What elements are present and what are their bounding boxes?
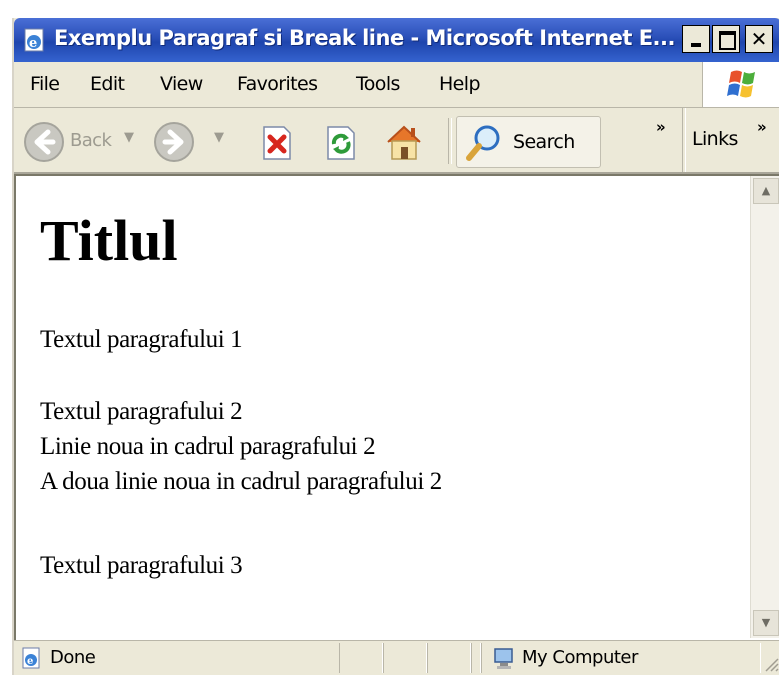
menu-file[interactable]: File [30,73,60,95]
page-done-icon: e [22,647,40,669]
search-icon [466,125,500,161]
windows-logo [702,62,779,107]
status-pane [383,643,427,673]
windows-flag-icon [727,70,755,98]
vertical-scrollbar[interactable]: ▲ ▼ [750,176,779,638]
paragraph-2-line-1: Textul paragrafului 2 [40,398,243,425]
window-title: Exemplu Paragraf si Break line - Microso… [54,26,676,50]
forward-arrow-icon[interactable] [152,120,196,164]
menu-view[interactable]: View [160,73,203,95]
browser-window: e Exemplu Paragraf si Break line - Micro… [12,18,779,675]
links-separator [682,108,686,172]
status-pane [471,643,481,673]
search-label: Search [513,131,575,153]
menu-tools[interactable]: Tools [356,73,400,95]
ie-page-icon: e [24,28,44,52]
forward-dropdown-icon[interactable]: ▼ [214,130,224,145]
paragraph-2-line-2: Linie noua in cadrul paragrafului 2 [40,433,376,460]
maximize-button[interactable] [712,25,740,53]
status-text: Done [50,647,96,668]
scroll-down-arrow-icon[interactable]: ▼ [753,610,779,636]
toolbar: Back ▼ ▼ Search » Links » [14,108,779,174]
scroll-up-arrow-icon[interactable]: ▲ [753,178,779,204]
back-dropdown-icon[interactable]: ▼ [124,130,134,145]
status-pane [427,643,471,673]
toolbar-overflow-chevron-icon[interactable]: » [656,118,666,136]
menu-favorites[interactable]: Favorites [237,73,318,95]
menu-edit[interactable]: Edit [90,73,125,95]
menu-help[interactable]: Help [439,73,481,95]
paragraph-2-line-3: A doua linie noua in cadrul paragrafului… [40,468,442,495]
toolbar-separator [448,118,452,164]
back-arrow-icon[interactable] [22,120,66,164]
svg-text:e: e [27,656,33,667]
status-pane [339,643,383,673]
paragraph-2: Textul paragrafului 2 Linie noua in cadru… [40,394,442,499]
page-content: Titlul Textul paragrafului 1 Textul para… [14,174,779,640]
refresh-icon[interactable] [324,126,358,160]
search-button[interactable]: Search [456,116,601,168]
close-button[interactable] [745,25,773,53]
links-overflow-chevron-icon[interactable]: » [757,118,767,136]
minimize-button[interactable] [682,25,710,53]
paragraph-1: Textul paragrafului 1 [40,326,243,353]
menu-bar: File Edit View Favorites Tools Help [14,62,779,108]
back-label[interactable]: Back [70,130,112,151]
status-bar: e Done My Computer [14,640,779,675]
page-title: Titlul [40,208,178,273]
resize-grip-icon[interactable] [762,655,779,673]
security-zone-label: My Computer [522,647,638,668]
stop-icon[interactable] [260,126,294,160]
links-button[interactable]: Links [692,128,738,150]
title-bar[interactable]: e Exemplu Paragraf si Break line - Micro… [14,18,779,62]
my-computer-icon [494,648,513,669]
paragraph-3: Textul paragrafului 3 [40,552,243,579]
home-icon[interactable] [382,122,426,162]
svg-text:e: e [29,36,37,51]
